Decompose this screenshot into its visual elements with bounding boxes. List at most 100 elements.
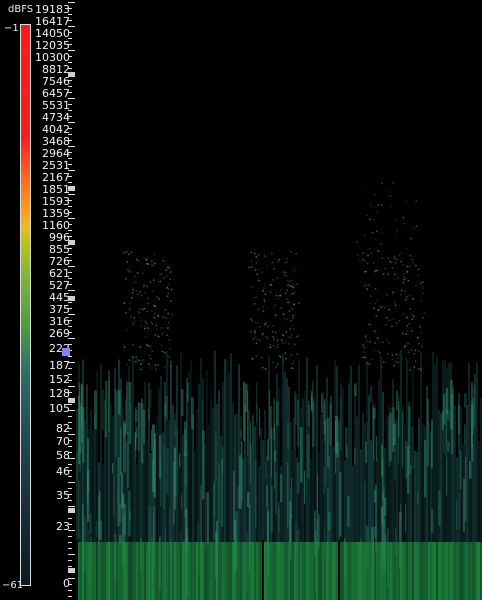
speech-energy-dot: [398, 320, 401, 322]
speech-energy-dot: [265, 265, 268, 267]
speech-energy-dot: [389, 319, 392, 321]
high-frequency-dot: [373, 206, 376, 209]
speech-energy-dot: [395, 353, 398, 356]
ruler-tick: [68, 266, 75, 267]
speech-energy-dot: [402, 263, 405, 266]
spectrogram-low-band: [148, 542, 150, 600]
spectrogram-streak: [113, 474, 115, 515]
speech-energy-dot: [140, 368, 142, 371]
speech-energy-dot: [263, 287, 265, 290]
speech-energy-dot: [153, 253, 155, 256]
ruler-tick: [68, 98, 75, 99]
spectrogram-streak: [304, 470, 306, 505]
spectrogram-streak: [202, 430, 205, 500]
speech-energy-dot: [396, 258, 399, 261]
spectrogram-low-band: [438, 542, 440, 600]
speech-energy-dot: [262, 289, 264, 292]
spectrogram-low-band: [252, 542, 254, 600]
spectrogram-low-band: [86, 542, 88, 600]
speech-energy-dot: [264, 284, 266, 287]
speech-energy-dot: [140, 319, 143, 322]
speech-energy-dot: [281, 342, 284, 344]
speech-energy-dot: [290, 334, 293, 336]
speech-energy-dot: [376, 269, 379, 272]
speech-energy-dot: [407, 342, 409, 345]
frequency-position-marker[interactable]: [62, 348, 70, 356]
speech-energy-dot: [362, 356, 364, 359]
spectrogram-streak: [394, 447, 396, 481]
ruler-tick: [68, 302, 72, 303]
speech-energy-dot: [362, 258, 364, 261]
ruler-tick: [68, 410, 75, 411]
high-frequency-dot: [368, 248, 371, 250]
spectrogram-streak: [280, 474, 283, 503]
speech-energy-dot: [123, 346, 126, 348]
speech-energy-dot: [273, 338, 275, 340]
speech-energy-dot: [291, 293, 293, 295]
spectrogram-low-band: [188, 542, 190, 600]
speech-energy-dot: [254, 330, 256, 332]
speech-energy-dot: [256, 273, 258, 276]
speech-energy-dot: [397, 277, 399, 279]
speech-energy-dot: [286, 280, 288, 282]
speech-energy-dot: [406, 265, 408, 268]
spectrogram-streak: [128, 490, 131, 537]
spectrogram-low-band: [444, 542, 446, 600]
speech-energy-dot: [142, 272, 144, 275]
spectrogram-streak: [354, 383, 357, 397]
ruler-tick: [68, 80, 72, 81]
speech-energy-dot: [255, 296, 257, 298]
ruler-tick: [68, 458, 75, 459]
speech-energy-dot: [379, 352, 381, 354]
spectrogram-low-band: [370, 542, 372, 600]
spectrogram-streak: [317, 473, 319, 516]
spectrogram-streak: [465, 456, 467, 522]
speech-energy-dot: [413, 366, 415, 368]
spectrogram-streak: [287, 462, 289, 529]
spectrogram-streak: [255, 496, 257, 528]
ruler-tick: [68, 404, 72, 405]
spectrogram-low-band: [156, 542, 158, 600]
spectrogram-low-band: [206, 542, 208, 600]
speech-energy-dot: [383, 307, 386, 309]
speech-energy-dot: [404, 290, 406, 292]
spectrogram-low-band: [126, 542, 128, 600]
spectrogram-streak: [321, 393, 323, 413]
speech-energy-dot: [151, 350, 154, 352]
spectrogram-low-band: [116, 542, 118, 600]
high-frequency-dot: [369, 218, 371, 221]
spectrogram-streak: [339, 472, 342, 537]
speech-energy-dot: [250, 318, 252, 321]
ruler-tick: [68, 290, 75, 291]
spectrogram-low-band: [142, 542, 144, 600]
spectrogram-low-band: [172, 542, 174, 600]
spectrogram-low-band: [138, 542, 140, 600]
ruler-tick: [68, 578, 75, 579]
dbfs-unit-label: dBFS: [8, 4, 34, 15]
spectrogram-streak: [245, 383, 248, 413]
high-frequency-dot: [376, 211, 378, 213]
speech-energy-dot: [123, 302, 125, 305]
spectrogram-streak: [463, 478, 465, 532]
speech-energy-dot: [392, 318, 395, 320]
speech-energy-dot: [291, 285, 293, 288]
speech-energy-dot: [169, 271, 172, 273]
spectrogram-view[interactable]: [76, 0, 482, 600]
ruler-tick: [68, 452, 72, 453]
high-frequency-dot: [373, 262, 375, 264]
ruler-marker: [68, 398, 75, 403]
speech-energy-dot: [393, 257, 395, 259]
speech-energy-dot: [289, 336, 292, 339]
speech-energy-dot: [167, 321, 170, 324]
ruler-tick: [68, 200, 72, 201]
speech-energy-dot: [418, 368, 420, 370]
frequency-ruler[interactable]: [68, 0, 76, 600]
speech-energy-dot: [297, 302, 300, 304]
speech-energy-dot: [143, 307, 146, 310]
spectrogram-low-band: [244, 542, 246, 600]
ruler-tick: [68, 560, 72, 561]
speech-energy-dot: [276, 346, 279, 349]
spectrogram-low-band: [446, 542, 448, 600]
speech-energy-dot: [145, 343, 148, 346]
speech-energy-dot: [283, 317, 286, 320]
